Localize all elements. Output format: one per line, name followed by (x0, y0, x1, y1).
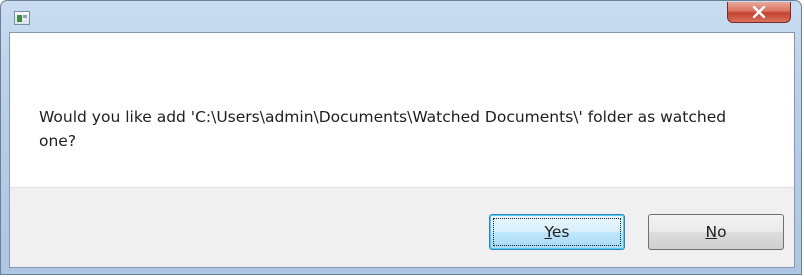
dialog-window: Would you like add 'C:\Users\admin\Docum… (0, 0, 802, 275)
no-button[interactable]: No (648, 214, 784, 250)
focus-indicator (493, 218, 621, 246)
application-icon (14, 11, 30, 25)
yes-button[interactable]: Yes (489, 214, 625, 250)
title-bar[interactable] (1, 1, 801, 32)
close-icon (752, 6, 766, 18)
close-button[interactable] (727, 2, 791, 23)
dialog-message: Would you like add 'C:\Users\admin\Docum… (39, 108, 727, 150)
dialog-content: Would you like add 'C:\Users\admin\Docum… (9, 32, 795, 268)
button-bar: Yes No (10, 187, 794, 267)
no-button-label: No (705, 223, 727, 241)
